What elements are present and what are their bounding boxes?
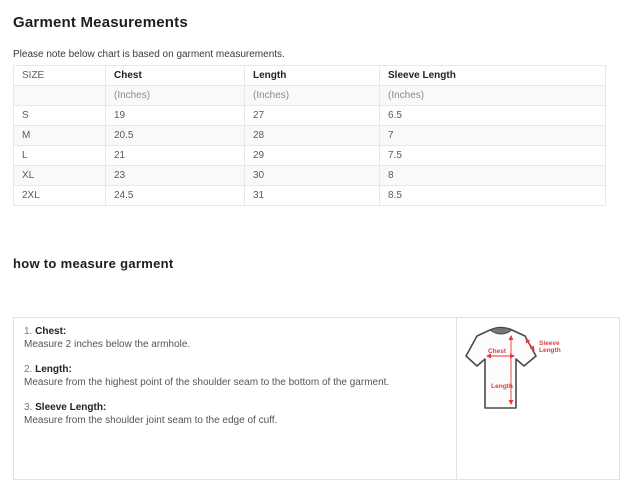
table-row-2xl: 2XL 24.5 31 8.5 xyxy=(14,186,606,206)
size-chart-table: SIZE Chest Length Sleeve Length (Inches)… xyxy=(13,65,606,206)
instruction-number: 2. xyxy=(24,364,32,375)
instruction-label: Sleeve Length: xyxy=(35,402,106,413)
table-cell: L xyxy=(14,146,106,166)
table-cell: 8.5 xyxy=(380,186,606,206)
tshirt-outline-shape xyxy=(466,328,536,409)
table-row-l: L 21 29 7.5 xyxy=(14,146,606,166)
table-cell: 30 xyxy=(245,166,380,186)
table-cell: 31 xyxy=(245,186,380,206)
table-subheader-row: (Inches) (Inches) (Inches) xyxy=(14,86,606,106)
instruction-sleeve-length: 3. Sleeve Length: Measure from the shoul… xyxy=(24,402,446,427)
table-cell: 21 xyxy=(106,146,245,166)
table-cell: 20.5 xyxy=(106,126,245,146)
tshirt-diagram-cell: Chest Length Sleeve Length xyxy=(456,318,619,479)
table-cell: (Inches) xyxy=(106,86,245,106)
length-arrow-label: Length xyxy=(491,383,513,390)
instruction-label: Chest: xyxy=(35,326,66,337)
table-cell xyxy=(14,86,106,106)
table-cell: S xyxy=(14,106,106,126)
instruction-heading: 3. Sleeve Length: xyxy=(24,402,446,414)
sleeve-length-label-line1: Sleeve xyxy=(539,340,560,347)
table-cell: 27 xyxy=(245,106,380,126)
measurement-note: Please note below chart is based on garm… xyxy=(13,49,612,60)
table-cell: (Inches) xyxy=(380,86,606,106)
table-header-row: SIZE Chest Length Sleeve Length xyxy=(14,66,606,86)
table-cell: 2XL xyxy=(14,186,106,206)
measure-instructions-panel: 1. Chest: Measure 2 inches below the arm… xyxy=(13,317,620,480)
instruction-text: Measure from the highest point of the sh… xyxy=(24,377,446,389)
table-cell: 29 xyxy=(245,146,380,166)
table-cell: 7 xyxy=(380,126,606,146)
table-cell: 6.5 xyxy=(380,106,606,126)
table-cell: 7.5 xyxy=(380,146,606,166)
instruction-length: 2. Length: Measure from the highest poin… xyxy=(24,364,446,389)
column-header-size: SIZE xyxy=(14,66,106,86)
table-cell: 24.5 xyxy=(106,186,245,206)
table-cell: 19 xyxy=(106,106,245,126)
column-header-sleeve-length: Sleeve Length xyxy=(380,66,606,86)
instruction-label: Length: xyxy=(35,364,72,375)
table-cell: XL xyxy=(14,166,106,186)
table-cell: (Inches) xyxy=(245,86,380,106)
instruction-text: Measure 2 inches below the armhole. xyxy=(24,339,446,351)
table-cell: 8 xyxy=(380,166,606,186)
page-container: Garment Measurements Please note below c… xyxy=(0,0,625,480)
instruction-number: 3. xyxy=(24,402,32,413)
instruction-heading: 2. Length: xyxy=(24,364,446,376)
sleeve-length-label-line2: Length xyxy=(539,347,561,354)
table-cell: 28 xyxy=(245,126,380,146)
column-header-chest: Chest xyxy=(106,66,245,86)
table-row-s: S 19 27 6.5 xyxy=(14,106,606,126)
instruction-heading: 1. Chest: xyxy=(24,326,446,338)
table-row-m: M 20.5 28 7 xyxy=(14,126,606,146)
table-row-xl: XL 23 30 8 xyxy=(14,166,606,186)
instruction-chest: 1. Chest: Measure 2 inches below the arm… xyxy=(24,326,446,351)
instructions-list: 1. Chest: Measure 2 inches below the arm… xyxy=(14,318,456,479)
table-cell: M xyxy=(14,126,106,146)
instruction-number: 1. xyxy=(24,326,32,337)
tshirt-diagram: Chest Length Sleeve Length xyxy=(457,318,618,479)
table-cell: 23 xyxy=(106,166,245,186)
page-title: Garment Measurements xyxy=(13,14,612,32)
column-header-length: Length xyxy=(245,66,380,86)
instruction-text: Measure from the shoulder joint seam to … xyxy=(24,415,446,427)
section-title-how-to-measure: how to measure garment xyxy=(13,256,612,272)
chest-arrow-label: Chest xyxy=(488,348,507,355)
